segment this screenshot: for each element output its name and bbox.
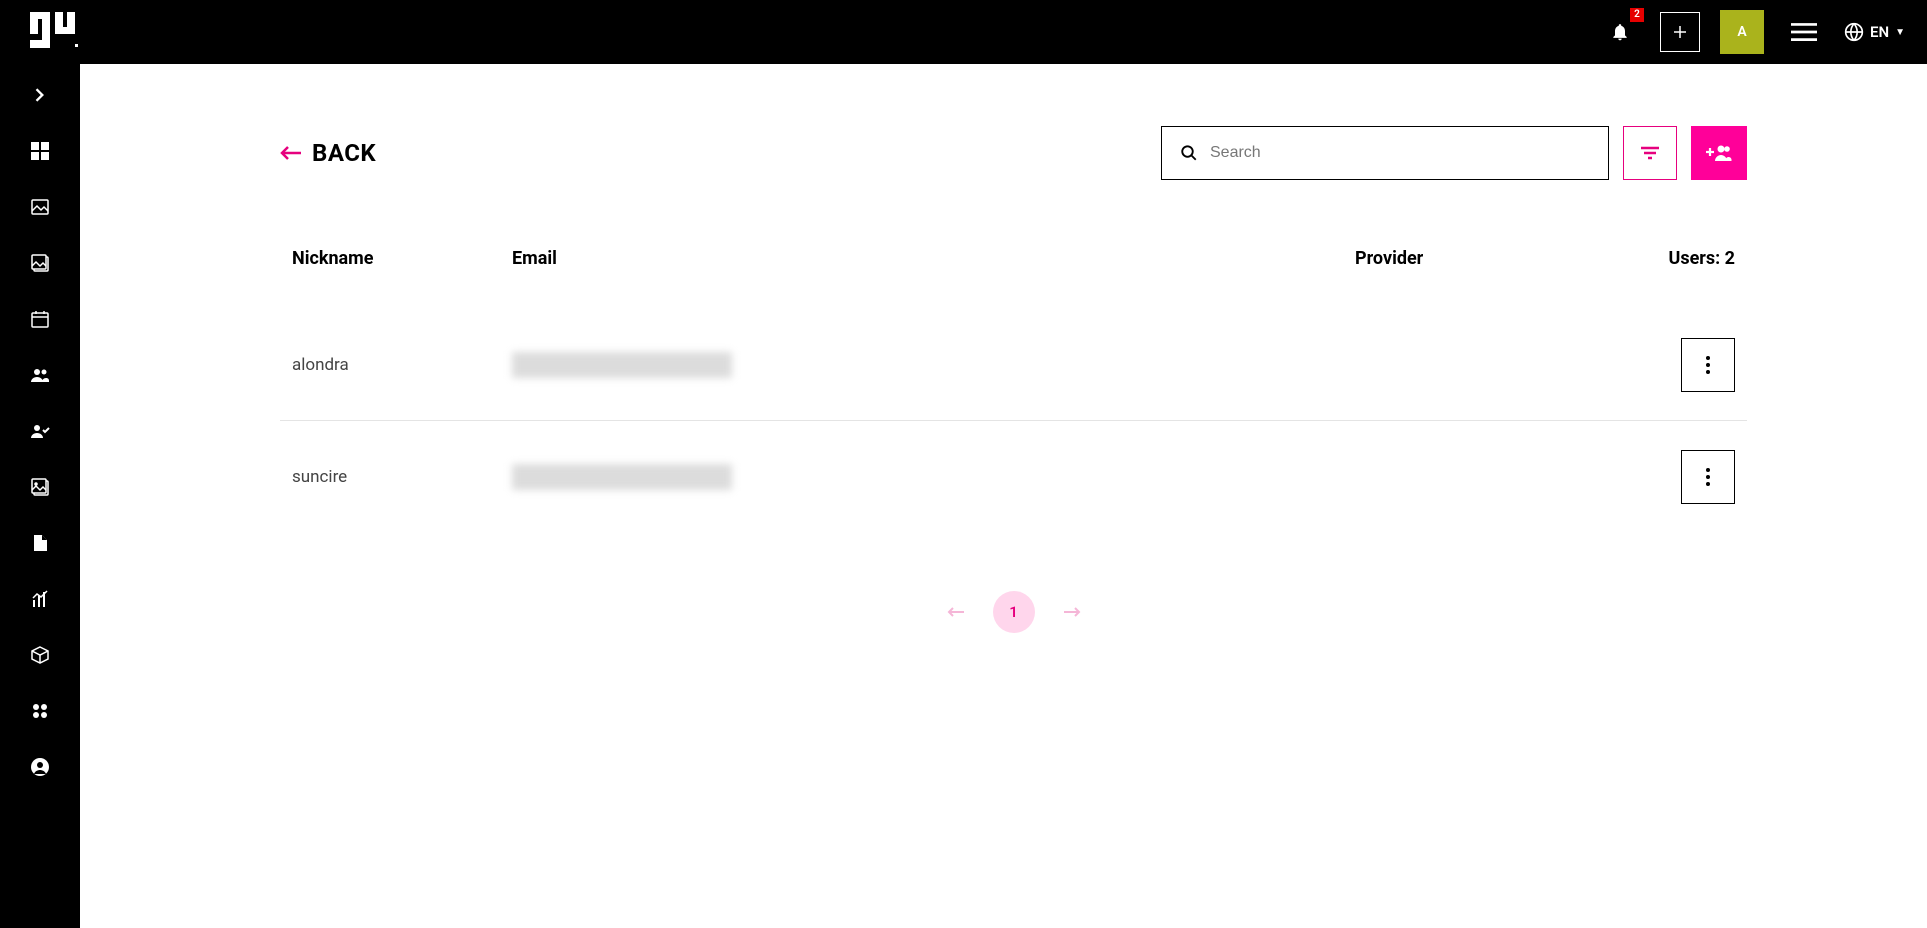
dashboard-icon (31, 142, 49, 160)
toolbar: BACK (280, 126, 1747, 180)
gallery-icon (31, 254, 49, 272)
header-actions: 2 A EN ▼ (1600, 10, 1905, 54)
table-body: alondra suncire (280, 309, 1747, 533)
main-content: BACK (80, 64, 1927, 928)
page-number-current[interactable]: 1 (993, 591, 1035, 633)
arrow-right-icon (1063, 606, 1081, 618)
caret-down-icon: ▼ (1895, 27, 1905, 38)
more-vert-icon (1706, 356, 1710, 374)
notification-badge: 2 (1630, 8, 1644, 22)
sidebar-item-packages[interactable] (20, 644, 60, 666)
plus-icon (1671, 23, 1689, 41)
page-number-label: 1 (1009, 603, 1018, 621)
calendar-icon (31, 310, 49, 328)
arrow-left-icon (280, 145, 302, 161)
chart-icon (31, 590, 49, 608)
cube-icon (31, 646, 49, 664)
users-icon (30, 367, 50, 383)
page-next-button[interactable] (1063, 606, 1081, 618)
sidebar-item-collections[interactable] (20, 252, 60, 274)
row-more-button[interactable] (1681, 450, 1735, 504)
globe-icon (1844, 22, 1864, 42)
sidebar-item-approvals[interactable] (20, 420, 60, 442)
sidebar-item-analytics[interactable] (20, 588, 60, 610)
table-header: Nickname Email Provider Users: 2 (280, 248, 1747, 269)
toolbar-actions (1161, 126, 1747, 180)
back-label: BACK (312, 139, 376, 167)
back-button[interactable]: BACK (280, 139, 376, 167)
app-logo[interactable] (30, 12, 78, 52)
col-header-provider: Provider (1355, 248, 1615, 269)
filter-icon (1640, 145, 1660, 161)
filter-button[interactable] (1623, 126, 1677, 180)
language-selector[interactable]: EN ▼ (1844, 22, 1905, 42)
row-more-button[interactable] (1681, 338, 1735, 392)
search-icon (1180, 144, 1198, 162)
document-icon (33, 534, 48, 552)
chevron-right-icon (35, 88, 45, 102)
create-button[interactable] (1660, 12, 1700, 52)
col-header-email: Email (512, 248, 1355, 269)
sidebar-item-apps[interactable] (20, 700, 60, 722)
pagination: 1 (280, 591, 1747, 633)
cell-email (512, 464, 1355, 490)
add-users-button[interactable] (1691, 126, 1747, 180)
arrow-left-icon (947, 606, 965, 618)
users-table: Nickname Email Provider Users: 2 alondra (280, 248, 1747, 533)
sidebar-item-account[interactable] (20, 756, 60, 778)
sidebar-item-media[interactable] (20, 196, 60, 218)
col-header-nickname: Nickname (292, 248, 512, 269)
app-header: 2 A EN ▼ (0, 0, 1927, 64)
apps-grid-icon (32, 703, 48, 719)
account-circle-icon (31, 758, 49, 776)
notifications-button[interactable]: 2 (1600, 12, 1640, 52)
hamburger-icon (1791, 22, 1817, 42)
table-row: alondra (280, 309, 1747, 421)
more-vert-icon (1706, 468, 1710, 486)
cell-nickname: alondra (292, 355, 512, 375)
sidebar-nav (0, 64, 80, 928)
image-icon (31, 199, 49, 215)
cell-email (512, 352, 1355, 378)
user-avatar[interactable]: A (1720, 10, 1764, 54)
sidebar-item-library[interactable] (20, 476, 60, 498)
sidebar-item-documents[interactable] (20, 532, 60, 554)
bell-icon (1610, 21, 1630, 43)
photo-library-icon (31, 478, 49, 496)
col-header-users-count: Users: 2 (1615, 248, 1735, 269)
cell-nickname: suncire (292, 467, 512, 487)
add-users-icon (1706, 144, 1732, 162)
page-prev-button[interactable] (947, 606, 965, 618)
search-input[interactable] (1210, 144, 1590, 162)
menu-button[interactable] (1784, 12, 1824, 52)
sidebar-item-calendar[interactable] (20, 308, 60, 330)
email-redacted (512, 464, 732, 490)
user-check-icon (30, 423, 50, 439)
avatar-initial: A (1737, 24, 1746, 40)
email-redacted (512, 352, 732, 378)
table-row: suncire (280, 421, 1747, 533)
sidebar-item-dashboard[interactable] (20, 140, 60, 162)
sidebar-item-users[interactable] (20, 364, 60, 386)
language-code: EN (1870, 23, 1889, 41)
sidebar-expand-toggle[interactable] (20, 84, 60, 106)
search-box[interactable] (1161, 126, 1609, 180)
